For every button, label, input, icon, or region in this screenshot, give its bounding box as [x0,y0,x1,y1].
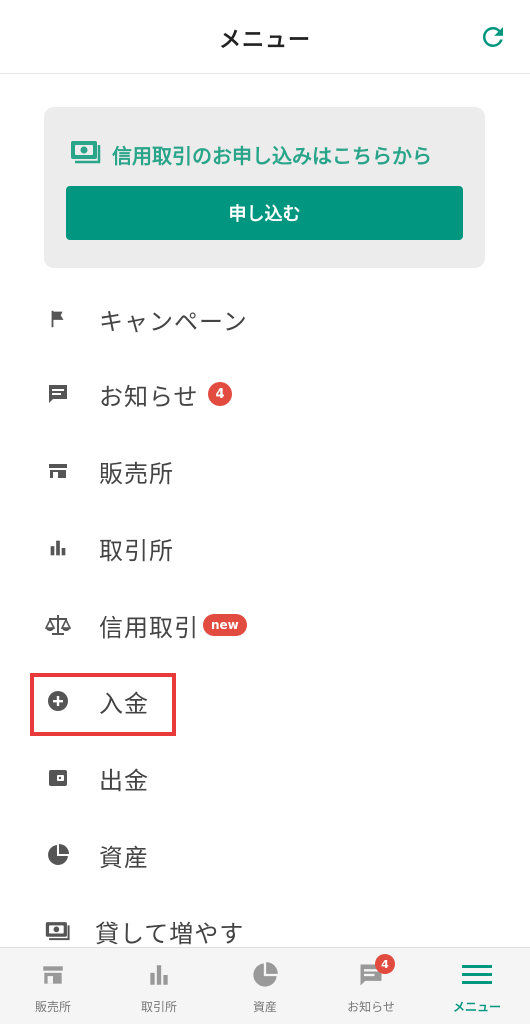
app-header: メニュー [0,0,530,74]
tab-label: お知らせ [347,1000,395,1014]
menu-item-label: 信用取引 [99,613,199,642]
store-icon [44,457,72,485]
wallet-icon [44,764,72,792]
bar-chart-icon [44,534,72,562]
menu-item-label: 貸して増やす [95,919,245,948]
menu-item-label: 資産 [99,843,149,872]
notification-badge: 4 [208,382,232,406]
tab-exchange[interactable]: 取引所 [106,948,212,1024]
bar-chart-icon [144,960,174,990]
bottom-tab-bar: 販売所 取引所 資産 4 お知らせ メニュー [0,947,530,1024]
menu-item-assets[interactable]: 資産 [0,820,530,890]
notification-badge: 4 [375,954,395,974]
tab-label: 販売所 [34,1000,71,1014]
deposit-highlight-box [30,673,176,736]
tab-news[interactable]: 4 お知らせ [318,948,424,1024]
menu-item-label: お知らせ [99,382,199,411]
menu-item-campaign[interactable]: キャンペーン [0,284,530,354]
flag-icon [44,305,72,333]
scale-icon [44,611,72,639]
pie-chart-icon [250,960,280,990]
new-badge: new [203,614,247,636]
pie-chart-icon [44,841,72,869]
refresh-icon[interactable] [478,22,508,52]
tab-label: 資産 [252,1000,277,1014]
cash-icon [44,917,72,945]
menu-item-store[interactable]: 販売所 [0,436,530,506]
menu-item-withdraw[interactable]: 出金 [0,743,530,813]
menu-item-label: 出金 [99,766,149,795]
menu-item-exchange[interactable]: 取引所 [0,513,530,583]
tab-store[interactable]: 販売所 [0,948,106,1024]
message-icon [44,380,72,408]
promo-heading[interactable]: 信用取引のお申し込みはこちらから [70,139,432,169]
store-icon [38,960,68,990]
menu-item-label: キャンペーン [99,307,248,336]
tab-menu[interactable]: メニュー [424,948,530,1024]
menu-item-news[interactable]: お知らせ 4 [0,359,530,429]
tab-label: メニュー [452,1000,501,1014]
menu-item-label: 取引所 [99,536,174,565]
apply-button[interactable]: 申し込む [66,186,463,240]
tab-label: 取引所 [140,1000,177,1014]
cash-icon [70,139,102,169]
menu-icon [462,960,492,990]
promo-text: 信用取引のお申し込みはこちらから [112,143,432,168]
tab-assets[interactable]: 資産 [212,948,318,1024]
page-title: メニュー [218,28,311,53]
menu-item-label: 販売所 [99,459,174,488]
menu-item-margin-trading[interactable]: 信用取引 new [0,590,530,660]
margin-trading-promo: 信用取引のお申し込みはこちらから 申し込む [44,107,485,268]
